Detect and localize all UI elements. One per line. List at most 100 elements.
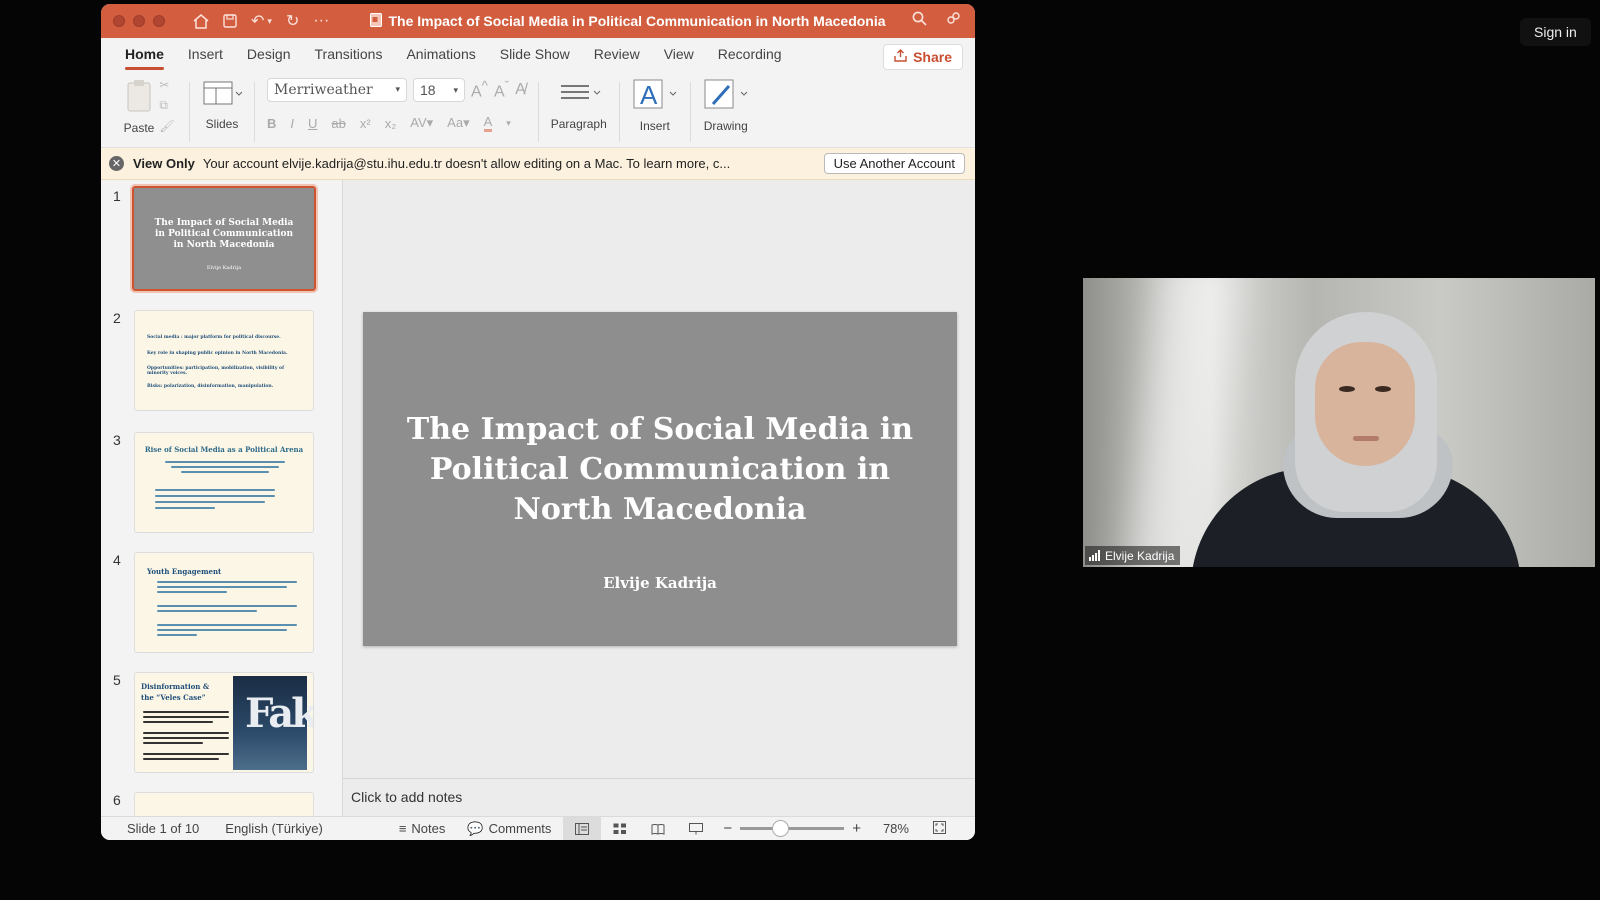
- account-share-icon[interactable]: [945, 11, 961, 32]
- thumbnail-text-line: [143, 742, 203, 744]
- font-name-select[interactable]: Merriweather ▾: [267, 78, 407, 102]
- thumbnail-text-line: [143, 721, 213, 723]
- language-indicator[interactable]: English (Türkiye): [225, 821, 323, 836]
- participant-video-tile[interactable]: Elvije Kadrija: [1083, 278, 1595, 567]
- new-slide-layout-icon[interactable]: [202, 78, 243, 113]
- thumbnail-text-line: [157, 629, 287, 631]
- tab-design[interactable]: Design: [235, 46, 303, 72]
- participant-name: Elvije Kadrija: [1105, 548, 1175, 563]
- slides-label: Slides: [205, 117, 239, 131]
- more-icon[interactable]: ···: [313, 12, 329, 30]
- subscript-icon[interactable]: x₂: [385, 116, 397, 131]
- fit-to-window-icon[interactable]: [932, 820, 946, 837]
- share-label: Share: [913, 49, 952, 65]
- cut-icon[interactable]: ✂: [159, 78, 174, 92]
- italic-icon[interactable]: I: [290, 116, 294, 131]
- tab-insert[interactable]: Insert: [176, 46, 235, 72]
- slides-group[interactable]: Slides: [190, 78, 254, 131]
- tab-home[interactable]: Home: [113, 46, 176, 72]
- notes-button[interactable]: ≡ Notes: [399, 821, 446, 836]
- normal-view-icon[interactable]: [563, 816, 602, 840]
- character-spacing-icon[interactable]: AV▾: [410, 115, 433, 131]
- search-icon[interactable]: [912, 11, 927, 31]
- increase-font-size-icon[interactable]: A^: [471, 78, 488, 101]
- notes-field[interactable]: Click to add notes: [343, 778, 975, 816]
- zoom-in-button[interactable]: +: [852, 820, 861, 837]
- tab-animations[interactable]: Animations: [394, 46, 487, 72]
- thumbnail-text-line: [157, 591, 227, 593]
- slide-thumbnail-1[interactable]: The Impact of Social Media in Political …: [130, 184, 318, 293]
- slide-thumbnail-6[interactable]: [134, 792, 314, 816]
- zoom-level[interactable]: 78%: [883, 821, 909, 836]
- thumbnail-text-line: [143, 711, 229, 713]
- minimize-window-button[interactable]: [133, 15, 145, 27]
- font-size-select[interactable]: 18 ▾: [413, 78, 465, 102]
- zoom-out-button[interactable]: −: [723, 820, 732, 837]
- thumbnail-author: Elvije Kadrija: [206, 265, 242, 271]
- comments-button[interactable]: 💬 Comments: [467, 821, 551, 837]
- drawing-icon[interactable]: [703, 78, 749, 115]
- home-icon[interactable]: [193, 13, 209, 29]
- drawing-group[interactable]: Drawing: [691, 78, 761, 133]
- slide-thumbnail-5[interactable]: Disinformation & the “Veles Case” Fake: [134, 672, 314, 773]
- share-icon: [894, 49, 907, 65]
- thumbnail-bullet: Key role in shaping public opinion in No…: [147, 351, 288, 356]
- superscript-icon[interactable]: x²: [360, 116, 371, 131]
- font-color-icon[interactable]: A: [483, 114, 493, 132]
- bold-icon[interactable]: B: [267, 116, 276, 131]
- paragraph-icon[interactable]: [557, 78, 601, 113]
- copy-icon[interactable]: ⧉: [159, 98, 174, 113]
- slide-show-view-icon[interactable]: [677, 817, 715, 841]
- zoom-window-button[interactable]: [153, 15, 165, 27]
- decrease-font-size-icon[interactable]: Aˇ: [494, 78, 509, 101]
- zoom-slider-handle[interactable]: [772, 820, 790, 837]
- insert-group[interactable]: A Insert: [620, 78, 690, 133]
- share-button[interactable]: Share: [883, 44, 963, 70]
- notes-label: Notes: [411, 821, 446, 836]
- clipboard-group: ✂ ⧉ 🖌 Paste: [111, 78, 189, 135]
- slide-thumbnail-4[interactable]: Youth Engagement: [134, 552, 314, 653]
- thumbnail-text-line: [157, 610, 257, 612]
- save-icon[interactable]: [223, 14, 237, 28]
- redo-icon[interactable]: ↻: [286, 11, 299, 31]
- powerpoint-file-icon: [370, 12, 383, 30]
- tab-slide-show[interactable]: Slide Show: [488, 46, 582, 72]
- current-slide[interactable]: The Impact of Social Media in Political …: [363, 312, 957, 646]
- clear-formatting-icon[interactable]: A̸: [515, 81, 526, 99]
- underline-icon[interactable]: U: [308, 116, 317, 131]
- tab-transitions[interactable]: Transitions: [303, 46, 395, 72]
- insert-label: Insert: [639, 119, 670, 133]
- tab-review[interactable]: Review: [582, 46, 652, 72]
- view-only-label: View Only: [133, 156, 195, 171]
- undo-icon[interactable]: ↶ ▾: [251, 11, 272, 31]
- slide-title[interactable]: The Impact of Social Media in Political …: [403, 410, 917, 530]
- use-another-account-button[interactable]: Use Another Account: [823, 153, 965, 174]
- thumbnail-text-line: [143, 737, 229, 739]
- slide-thumbnail-3[interactable]: Rise of Social Media as a Political Aren…: [134, 432, 314, 533]
- sign-in-button[interactable]: Sign in: [1520, 18, 1591, 46]
- reading-view-icon[interactable]: [639, 817, 677, 841]
- thumbnail-text-line: [155, 489, 275, 491]
- slide-thumbnail-2[interactable]: Social media : major platform for politi…: [134, 310, 314, 411]
- chevron-down-icon: ▾: [395, 85, 400, 95]
- strikethrough-icon[interactable]: ab: [331, 116, 345, 131]
- window-controls: [113, 15, 165, 27]
- paragraph-group[interactable]: Paragraph: [539, 78, 619, 131]
- slide-number: 3: [113, 432, 121, 448]
- close-circle-icon[interactable]: ✕: [109, 156, 124, 171]
- slide-author[interactable]: Elvije Kadrija: [363, 574, 957, 592]
- change-case-icon[interactable]: Aa▾: [447, 115, 469, 131]
- participant-mouth: [1353, 436, 1379, 441]
- font-format-row: B I U ab x² x₂ AV▾ Aa▾ A ▾: [267, 114, 511, 132]
- tab-view[interactable]: View: [652, 46, 706, 72]
- text-box-icon[interactable]: A: [632, 78, 678, 115]
- thumbnail-bullet: Social media : major platform for politi…: [147, 335, 281, 340]
- tab-recording[interactable]: Recording: [706, 46, 794, 72]
- close-window-button[interactable]: [113, 15, 125, 27]
- paste-button[interactable]: [125, 78, 155, 119]
- slide-sorter-view-icon[interactable]: [601, 817, 639, 841]
- format-painter-icon[interactable]: 🖌: [159, 119, 174, 133]
- paste-label: Paste: [123, 121, 155, 135]
- thumbnail-text-line: [157, 581, 297, 583]
- zoom-slider[interactable]: [740, 820, 845, 837]
